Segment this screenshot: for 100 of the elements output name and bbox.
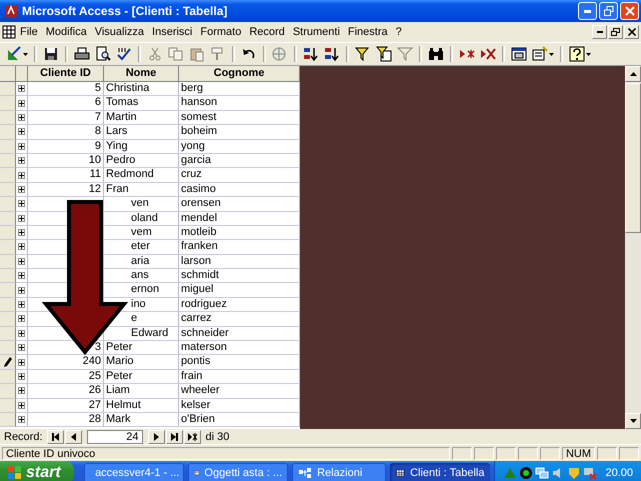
expand-button[interactable] (18, 330, 25, 337)
plus-icon (19, 417, 24, 422)
table-cell: franken (179, 240, 300, 255)
table-cell: cruz (179, 168, 300, 183)
expand-button[interactable] (18, 85, 25, 92)
table-cell: Christina (104, 82, 179, 96)
expand-button[interactable] (18, 258, 25, 265)
table-cell: o'Brien (179, 412, 300, 428)
table-cell: 25 (28, 370, 104, 384)
status-panel (496, 446, 516, 460)
expand-button[interactable] (18, 402, 25, 409)
pencil-icon (4, 357, 12, 368)
status-panel (452, 446, 472, 460)
expand-button[interactable] (18, 344, 25, 352)
scroll-up-button[interactable] (625, 66, 641, 82)
binoculars-icon (428, 46, 444, 62)
column-header[interactable]: Cliente ID (28, 66, 104, 82)
table-cell: 28 (28, 412, 104, 428)
scroll-thumb[interactable] (625, 83, 641, 233)
menu-item[interactable]: ? (392, 25, 406, 39)
scroll-down-button[interactable] (625, 413, 641, 429)
close-button[interactable] (624, 25, 639, 39)
expand-button[interactable] (18, 286, 25, 294)
last-record-button[interactable] (166, 430, 183, 444)
table-cell: Fran (104, 182, 179, 198)
status-panel (540, 446, 560, 460)
table-cell: pontis (179, 355, 300, 370)
table-cell: Mark (104, 412, 179, 428)
up-arrow-icon (630, 72, 636, 76)
expand-button[interactable] (18, 272, 25, 280)
new-record-button[interactable] (184, 430, 201, 444)
taskbar-button[interactable]: Oggetti asta : ... (188, 462, 288, 481)
sort-ascending-icon (303, 46, 319, 62)
expand-button[interactable] (18, 387, 25, 394)
table-cell: vem (104, 226, 179, 240)
expand-button[interactable] (18, 301, 25, 308)
expand-button[interactable] (18, 416, 25, 424)
taskbar-button[interactable]: Clienti : Tabella (390, 462, 490, 481)
menu-item[interactable]: Visualizza (90, 25, 148, 39)
column-header[interactable]: Cognome (179, 66, 300, 82)
expand-button[interactable] (18, 114, 25, 121)
expand-button[interactable] (18, 157, 25, 164)
next-record-button[interactable] (148, 430, 165, 444)
restore-button[interactable] (608, 25, 623, 39)
expand-button[interactable] (18, 128, 25, 136)
expand-button[interactable] (18, 172, 25, 179)
plus-icon (19, 144, 24, 149)
table-cell: ans (104, 269, 179, 284)
previous-record-button[interactable] (64, 430, 82, 444)
table-cell: materson (179, 341, 300, 356)
taskbar-button[interactable]: accessver4-1 - ... (84, 462, 184, 481)
close-icon (624, 6, 634, 16)
menu-item[interactable]: Modifica (42, 25, 91, 39)
expand-button[interactable] (18, 315, 25, 322)
expand-button[interactable] (18, 243, 25, 250)
first-icon (50, 432, 60, 440)
expand-button[interactable] (18, 358, 25, 366)
menu-item[interactable]: Record (245, 25, 289, 39)
minimize-button[interactable] (592, 25, 607, 39)
plus-icon (19, 244, 24, 250)
minimize-icon (596, 31, 602, 33)
plus-icon (19, 114, 24, 120)
help-button[interactable] (567, 44, 593, 64)
expand-button[interactable] (18, 229, 25, 236)
column-header[interactable]: Nome (104, 66, 179, 82)
status-panel (619, 446, 639, 460)
caret-icon (23, 52, 28, 56)
new-record-icon (188, 432, 197, 440)
table-cell: casimo (179, 182, 300, 198)
menu-item[interactable]: Finestra (344, 25, 392, 39)
delete-record-icon (480, 46, 496, 62)
table-cell: 240 (28, 355, 104, 370)
funnel-icon (397, 46, 413, 62)
menu-item[interactable]: Inserisci (148, 25, 196, 39)
first-record-button[interactable] (46, 430, 64, 444)
table-cell: Pedro (104, 154, 179, 168)
expand-button[interactable] (18, 142, 25, 150)
taskbar-button[interactable]: Relazioni (292, 462, 386, 481)
expand-button[interactable] (18, 100, 25, 107)
plus-icon (19, 158, 24, 164)
menu-item[interactable]: Formato (196, 25, 246, 39)
expand-button[interactable] (18, 214, 25, 222)
table-cell: 9 (28, 140, 104, 154)
vertical-scrollbar[interactable] (625, 66, 641, 429)
table-cell: somest (179, 110, 300, 126)
table-cell: Mario (104, 355, 179, 370)
menu-item[interactable]: File (16, 25, 42, 39)
expand-button[interactable] (18, 200, 25, 208)
expand-button[interactable] (18, 373, 25, 380)
row-selector[interactable] (0, 355, 16, 370)
table-cell: aria (104, 254, 179, 270)
filter-by-form-button[interactable] (374, 44, 394, 64)
expand-button[interactable] (18, 186, 25, 193)
table-cell: Martin (104, 110, 179, 126)
previous-icon (68, 432, 78, 440)
menu-item[interactable]: Strumenti (288, 25, 344, 39)
table-cell: 12 (28, 182, 104, 198)
start-button[interactable]: start (0, 461, 74, 481)
status-text: Cliente ID univoco (2, 446, 450, 460)
record-number-field[interactable]: 24 (86, 430, 143, 444)
